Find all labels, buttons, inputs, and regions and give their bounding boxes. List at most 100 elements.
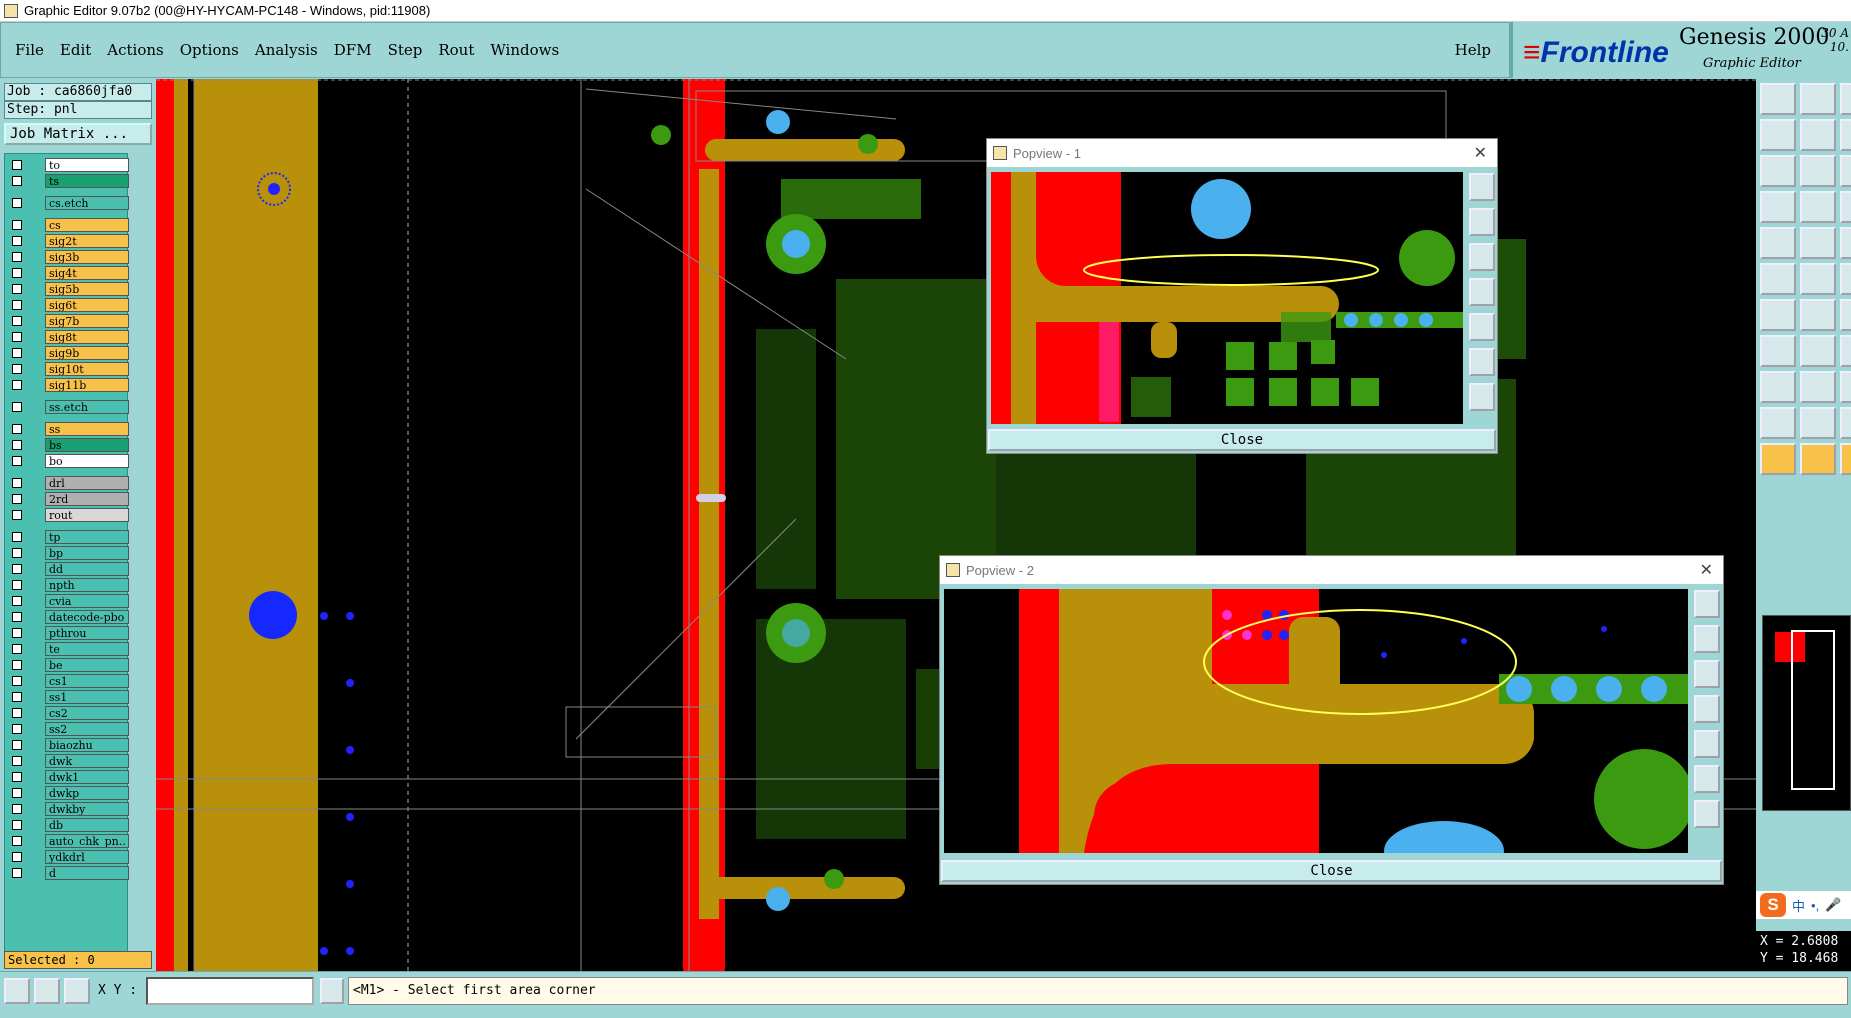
layer-checkbox[interactable]	[12, 836, 22, 846]
layer-checkbox[interactable]	[12, 724, 22, 734]
popview-tool-button[interactable]	[1694, 625, 1720, 653]
popview-2-close-button[interactable]: Close	[941, 860, 1722, 882]
ime-toolbar[interactable]: S 中 •, 🎤	[1756, 891, 1851, 919]
popview-tool-button[interactable]	[1694, 590, 1720, 618]
layer-row[interactable]: cs2	[8, 706, 130, 720]
layer-row[interactable]: ydkdrl	[8, 850, 130, 864]
layer-row[interactable]: sig8t	[8, 330, 130, 344]
tool-button[interactable]	[1760, 371, 1796, 403]
job-matrix-button[interactable]: Job Matrix ...	[4, 123, 152, 145]
layer-row[interactable]: sig3b	[8, 250, 130, 264]
tool-button[interactable]	[1800, 371, 1836, 403]
grid-icon[interactable]	[64, 978, 90, 1004]
layer-checkbox[interactable]	[12, 456, 22, 466]
tool-button[interactable]	[1760, 299, 1796, 331]
tool-button[interactable]	[1760, 263, 1796, 295]
tool-button[interactable]	[1760, 83, 1796, 115]
menu-dfm[interactable]: DFM	[334, 41, 372, 59]
popview-tool-button[interactable]	[1694, 765, 1720, 793]
popview-tool-button[interactable]	[1469, 313, 1495, 341]
layer-row[interactable]: cs1	[8, 674, 130, 688]
layer-checkbox[interactable]	[12, 740, 22, 750]
tool-button[interactable]	[1760, 119, 1796, 151]
layer-checkbox[interactable]	[12, 440, 22, 450]
menu-file[interactable]: File	[15, 41, 44, 59]
layer-row[interactable]: sig6t	[8, 298, 130, 312]
layer-checkbox[interactable]	[12, 564, 22, 574]
layer-checkbox[interactable]	[12, 788, 22, 798]
popview-tool-button[interactable]	[1469, 383, 1495, 411]
layer-row[interactable]: ss	[8, 422, 130, 436]
layer-checkbox[interactable]	[12, 332, 22, 342]
measure-icon[interactable]	[34, 978, 60, 1004]
layer-checkbox[interactable]	[12, 300, 22, 310]
menu-step[interactable]: Step	[388, 41, 423, 59]
layer-row[interactable]: npth	[8, 578, 130, 592]
layer-checkbox[interactable]	[12, 772, 22, 782]
layer-checkbox[interactable]	[12, 510, 22, 520]
layer-row[interactable]: dwkp	[8, 786, 130, 800]
popview-tool-button[interactable]	[1694, 730, 1720, 758]
tool-button[interactable]	[1800, 263, 1836, 295]
menu-options[interactable]: Options	[180, 41, 239, 59]
tool-button[interactable]	[1800, 227, 1836, 259]
layer-row[interactable]: tp	[8, 530, 130, 544]
layer-row[interactable]: dwk	[8, 754, 130, 768]
tool-button[interactable]	[1760, 191, 1796, 223]
layer-row[interactable]: biaozhu	[8, 738, 130, 752]
layer-row[interactable]: 2rd	[8, 492, 130, 506]
popview-tool-button[interactable]	[1694, 660, 1720, 688]
layer-checkbox[interactable]	[12, 236, 22, 246]
tool-button[interactable]	[1800, 83, 1836, 115]
menu-rout[interactable]: Rout	[438, 41, 474, 59]
layer-checkbox[interactable]	[12, 660, 22, 670]
xy-input[interactable]	[146, 977, 314, 1005]
layer-checkbox[interactable]	[12, 494, 22, 504]
layer-checkbox[interactable]	[12, 176, 22, 186]
popview-tool-button[interactable]	[1469, 348, 1495, 376]
menu-edit[interactable]: Edit	[60, 41, 91, 59]
popview-2-canvas[interactable]	[944, 589, 1688, 853]
menu-actions[interactable]: Actions	[107, 41, 163, 59]
layer-checkbox[interactable]	[12, 268, 22, 278]
popview-tool-button[interactable]	[1469, 278, 1495, 306]
tool-button[interactable]	[1840, 191, 1851, 223]
menu-analysis[interactable]: Analysis	[255, 41, 318, 59]
layer-row[interactable]: ts	[8, 174, 130, 188]
layer-row[interactable]: to	[8, 158, 130, 172]
layer-checkbox[interactable]	[12, 220, 22, 230]
layer-row[interactable]: sig11b	[8, 378, 130, 392]
layer-row[interactable]: ss1	[8, 690, 130, 704]
layer-checkbox[interactable]	[12, 252, 22, 262]
tool-button[interactable]	[1800, 119, 1836, 151]
overview-map[interactable]	[1762, 615, 1851, 811]
info-icon[interactable]	[320, 978, 344, 1004]
close-icon[interactable]: ✕	[1700, 560, 1713, 580]
layer-checkbox[interactable]	[12, 580, 22, 590]
layer-row[interactable]: auto_chk_pn..	[8, 834, 130, 848]
popview-tool-button[interactable]	[1694, 695, 1720, 723]
layer-row[interactable]: d	[8, 866, 130, 880]
layer-checkbox[interactable]	[12, 644, 22, 654]
popview-tool-button[interactable]	[1469, 173, 1495, 201]
menu-windows[interactable]: Windows	[490, 41, 559, 59]
layer-row[interactable]: bo	[8, 454, 130, 468]
tool-button[interactable]	[1840, 227, 1851, 259]
tool-button[interactable]	[1800, 155, 1836, 187]
tool-button[interactable]	[1800, 443, 1836, 475]
layer-checkbox[interactable]	[12, 532, 22, 542]
popview-1-close-button[interactable]: Close	[988, 429, 1496, 451]
tool-button[interactable]	[1840, 263, 1851, 295]
layer-row[interactable]: dwkby	[8, 802, 130, 816]
layer-row[interactable]: bs	[8, 438, 130, 452]
popview-tool-button[interactable]	[1469, 208, 1495, 236]
layer-row[interactable]: bp	[8, 546, 130, 560]
layer-checkbox[interactable]	[12, 364, 22, 374]
popview-tool-button[interactable]	[1694, 800, 1720, 828]
tool-button[interactable]	[1840, 443, 1851, 475]
layer-checkbox[interactable]	[12, 402, 22, 412]
layer-row[interactable]: datecode-pbo	[8, 610, 130, 624]
popview-tool-button[interactable]	[1469, 243, 1495, 271]
tool-button[interactable]	[1800, 407, 1836, 439]
layer-row[interactable]: sig10t	[8, 362, 130, 376]
